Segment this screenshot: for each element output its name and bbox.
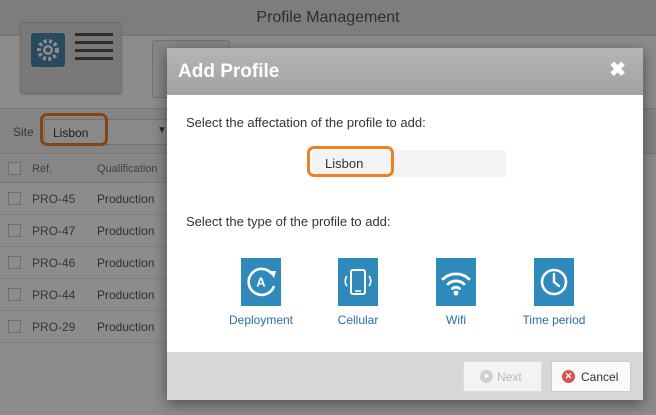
type-prompt: Select the type of the profile to add:: [186, 214, 391, 229]
profile-type-cellular[interactable]: Cellular: [308, 256, 408, 332]
wifi-icon: [436, 258, 476, 306]
profile-type-label: Cellular: [337, 313, 379, 327]
profile-type-label: Deployment: [228, 313, 294, 327]
cancel-button[interactable]: ✕ Cancel: [551, 361, 631, 392]
cancel-label: Cancel: [581, 370, 619, 384]
profile-type-wifi[interactable]: Wifi: [406, 256, 506, 332]
profile-type-deployment[interactable]: A Deployment: [211, 256, 311, 332]
dialog-header: Add Profile ✖: [167, 48, 643, 95]
profile-type-label: Time period: [522, 313, 586, 327]
next-icon: [480, 370, 493, 383]
clock-icon: [534, 258, 574, 306]
profile-type-time-period[interactable]: Time period: [504, 256, 604, 332]
svg-text:A: A: [256, 275, 266, 290]
close-icon[interactable]: ✖: [609, 60, 626, 80]
next-label: Next: [497, 370, 522, 384]
affectation-prompt: Select the affectation of the profile to…: [186, 115, 426, 130]
smartphone-icon: [338, 258, 378, 306]
profile-type-label: Wifi: [446, 313, 466, 327]
cancel-icon: ✕: [562, 370, 575, 383]
dialog-title: Add Profile: [178, 61, 280, 82]
next-button[interactable]: Next: [463, 361, 542, 392]
dialog-footer: Next ✕ Cancel: [167, 352, 643, 400]
affectation-highlight-annotation: [307, 146, 394, 177]
deployment-icon: A: [241, 258, 281, 306]
add-profile-dialog: Add Profile ✖ Select the affectation of …: [167, 48, 643, 400]
